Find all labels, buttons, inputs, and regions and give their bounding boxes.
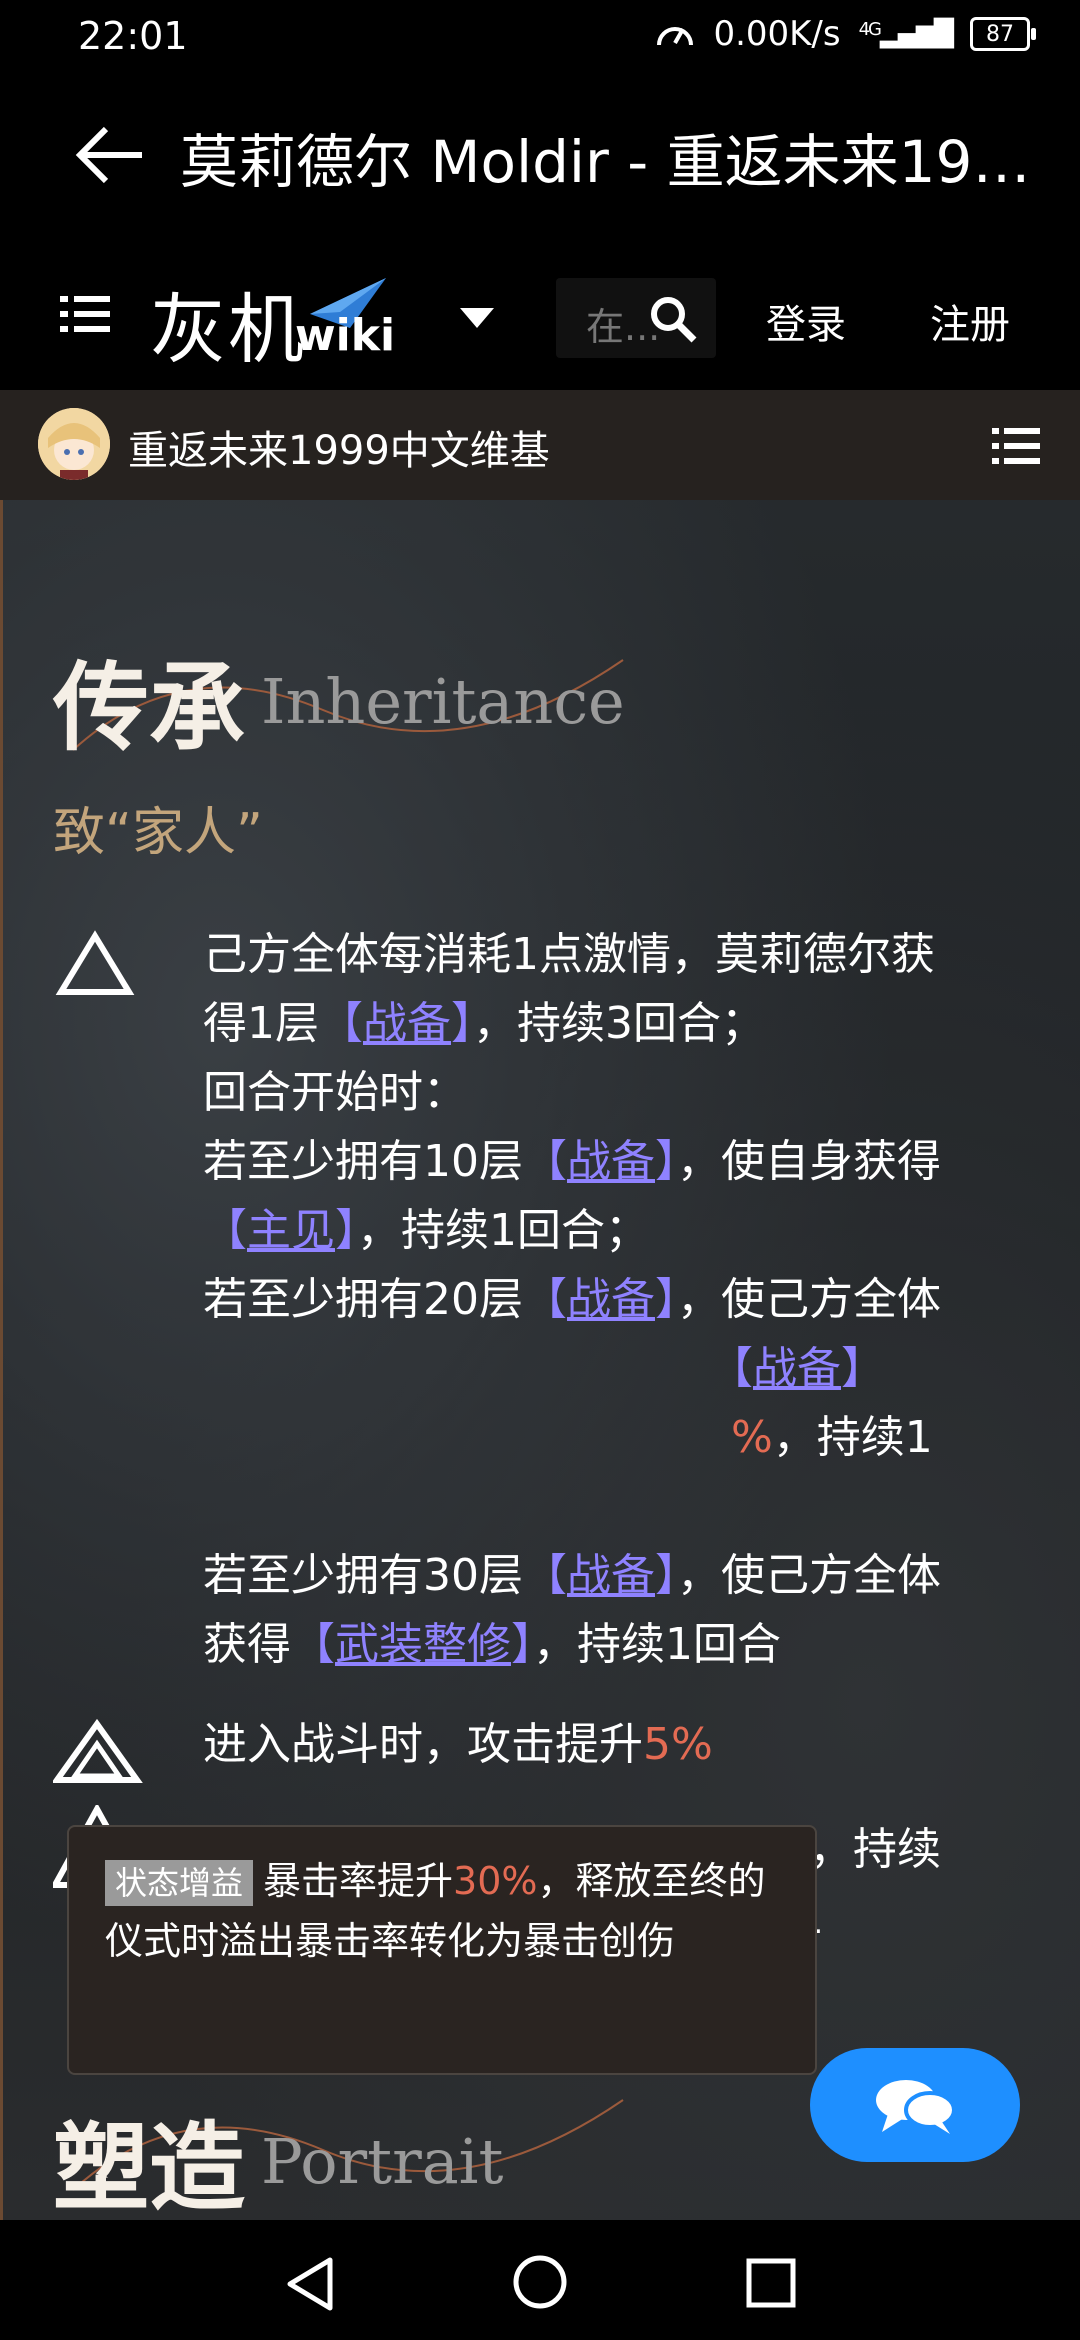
search-icon[interactable] — [648, 294, 698, 344]
back-arrow-icon[interactable] — [70, 115, 150, 195]
inheritance-tagline: 致“家人” — [53, 803, 263, 863]
rank-1-triangle-icon — [55, 930, 135, 995]
highlight-value: % — [731, 1412, 773, 1463]
line-text: ，使自身获得 — [677, 1136, 941, 1187]
status-indicators: 0.00K/s 4G▂▄▆█ 87 — [655, 14, 1036, 54]
status-bar: 22:01 0.00K/s 4G▂▄▆█ 87 — [0, 0, 1080, 75]
chat-bubble-icon — [876, 2080, 956, 2134]
network-speed: 0.00K/s — [713, 14, 841, 54]
buff-link[interactable]: 【战备】 — [523, 1550, 677, 1601]
line-text: 回合开始时： — [203, 1067, 467, 1118]
buff-link[interactable]: 【武装整修】 — [291, 1619, 533, 1670]
line-text: 若至少拥有20层 — [203, 1274, 523, 1325]
inheritance-title: 传承 — [53, 651, 245, 764]
speed-gauge-icon — [657, 27, 694, 46]
inheritance-subtitle: Inheritance — [261, 665, 625, 738]
line-text: ，持续3回合； — [473, 998, 765, 1049]
portrait-subtitle: Portrait — [261, 2125, 504, 2198]
line-text: 得1层 — [203, 998, 319, 1049]
nav-back-icon[interactable] — [282, 2256, 338, 2312]
line-text — [203, 1481, 247, 1532]
line-text: 若至少拥有30层 — [203, 1550, 523, 1601]
site-logo[interactable]: 灰机 wiki — [150, 268, 410, 374]
line-text: ，使己方全体 — [677, 1274, 941, 1325]
buff-link[interactable]: 【战备】 — [523, 1274, 677, 1325]
buff-tooltip: 状态增益 暴击率提升30%，释放至终的仪式时溢出暴击率转化为暴击创伤 — [67, 1825, 817, 2075]
wiki-name[interactable]: 重返未来1999中文维基 — [128, 418, 550, 476]
logo-wiki: wiki — [295, 310, 396, 361]
search-input[interactable]: 在... — [556, 278, 716, 358]
description-line: 获得【武装整修】，持续1回合 — [203, 1610, 1033, 1679]
nav-recent-icon[interactable] — [746, 2258, 796, 2308]
system-navbar — [0, 2220, 1080, 2340]
line-text: 进入战斗时，攻击提升 — [203, 1719, 643, 1770]
rank-2-description: 进入战斗时，攻击提升5% — [203, 1710, 1033, 1779]
highlight-value: 5% — [643, 1719, 713, 1770]
line-text: 己方全体每消耗1点激情，莫莉德尔获 — [203, 929, 935, 980]
description-line: 【主见】，持续1回合； — [203, 1196, 1033, 1265]
line-text: ，持续 — [809, 1824, 941, 1875]
status-badge: 状态增益 — [105, 1860, 254, 1906]
line-text: 若至少拥有10层 — [203, 1136, 523, 1187]
line-text — [203, 1343, 731, 1394]
description-line: 得1层【战备】，持续3回合； — [203, 989, 1033, 1058]
description-line: 若至少拥有10层【战备】，使自身获得 — [203, 1127, 1033, 1196]
portrait-title: 塑造 — [53, 2111, 245, 2220]
chevron-down-icon[interactable] — [460, 308, 494, 330]
register-link[interactable]: 注册 — [930, 292, 1010, 350]
description-line: 回合开始时： — [203, 1058, 1033, 1127]
buff-link[interactable]: 【战备】 — [731, 1343, 885, 1394]
rank-2-triangle-icon — [53, 1718, 143, 1783]
list-icon[interactable] — [992, 426, 1040, 466]
line-text — [203, 1412, 731, 1463]
chat-button[interactable] — [810, 2048, 1020, 2162]
description-line: 【战备】 — [203, 1334, 1033, 1403]
page-title: 莫莉德尔 Moldir - 重返未来1999中文维基 — [180, 128, 1040, 196]
description-line: 若至少拥有20层【战备】，使己方全体 — [203, 1265, 1033, 1334]
content-area: 传承 Inheritance 致“家人” 己方全体每消耗1点激情，莫莉德尔获 得1… — [0, 500, 1080, 2220]
line-text: 获得 — [203, 1619, 291, 1670]
avatar[interactable] — [38, 408, 110, 480]
login-link[interactable]: 登录 — [766, 292, 846, 350]
signal-icon: 4G▂▄▆█ — [858, 19, 954, 49]
line-text: ，使己方全体 — [677, 1550, 941, 1601]
battery-icon: 87 — [970, 17, 1036, 51]
nav-home-icon[interactable] — [512, 2254, 568, 2310]
description-line — [203, 1472, 1033, 1541]
buff-link[interactable]: 【主见】 — [203, 1205, 357, 1256]
status-time: 22:01 — [78, 14, 188, 58]
buff-link[interactable]: 【战备】 — [319, 998, 473, 1049]
logo-text: 灰机 — [150, 285, 306, 374]
menu-icon[interactable] — [60, 292, 110, 336]
description-line: %，持续1 — [203, 1403, 1033, 1472]
tooltip-text-a: 暴击率提升 — [263, 1859, 454, 1903]
description-line: 己方全体每消耗1点激情，莫莉德尔获 — [203, 920, 1033, 989]
line-text: ，持续1 — [772, 1412, 933, 1463]
wiki-header: 重返未来1999中文维基 — [0, 390, 1080, 500]
tooltip-highlight: 30% — [453, 1859, 538, 1903]
wiki-navbar: 灰机 wiki 在... 登录 注册 — [0, 240, 1080, 390]
description-line: 进入战斗时，攻击提升5% — [203, 1710, 1033, 1779]
rank-1-description: 己方全体每消耗1点激情，莫莉德尔获 得1层【战备】，持续3回合； 回合开始时： 若至少… — [203, 920, 1033, 1679]
line-text: ，持续1回合 — [533, 1619, 781, 1670]
line-text: ，持续1回合； — [357, 1205, 649, 1256]
title-bar: 莫莉德尔 Moldir - 重返未来1999中文维基 — [0, 75, 1080, 240]
description-line: 若至少拥有30层【战备】，使己方全体 — [203, 1541, 1033, 1610]
buff-link[interactable]: 【战备】 — [523, 1136, 677, 1187]
